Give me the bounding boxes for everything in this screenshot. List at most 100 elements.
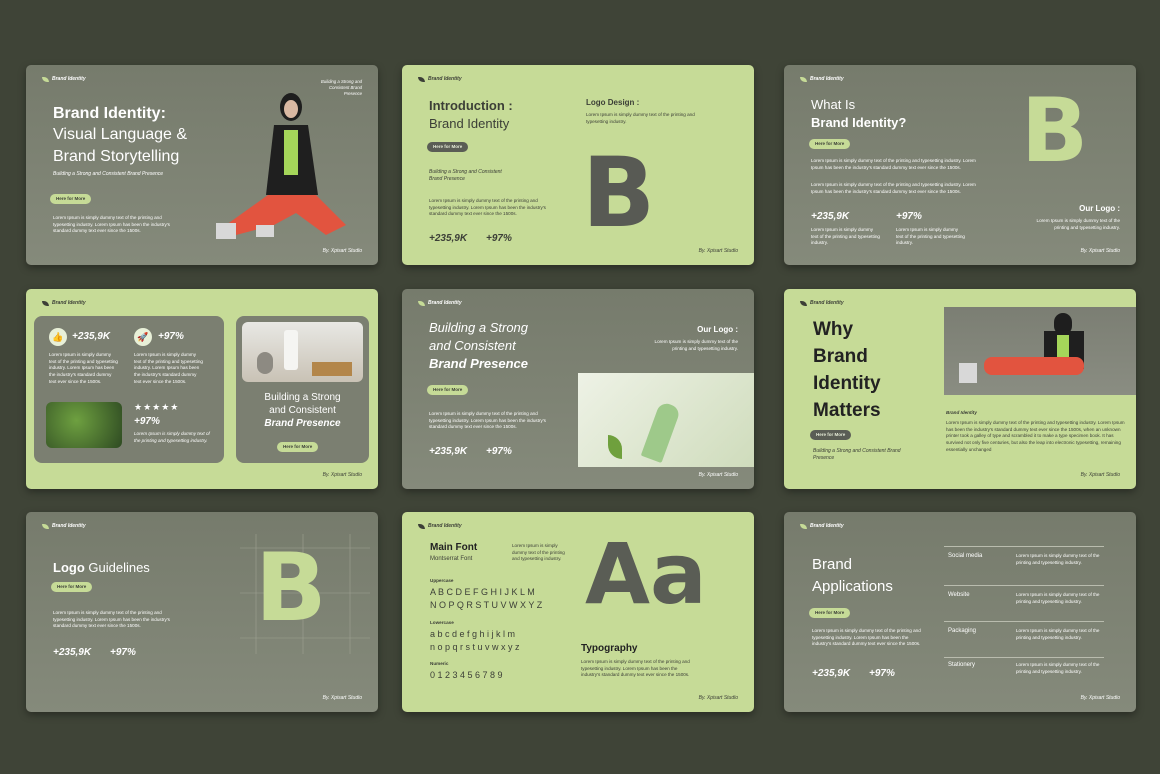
brand-tag: Brand Identity (418, 300, 462, 306)
main-font-heading: Main Font (430, 542, 478, 553)
stat-followers: +235,9K (72, 331, 111, 342)
uppercase-row2: N O P Q R S T U V W X Y Z (430, 600, 543, 610)
footer-credit: By. Xpisart Studio (322, 248, 362, 254)
slide-title-line2: Applications (812, 578, 893, 595)
stat-followers: +235,9K (429, 446, 468, 457)
here-for-more-button[interactable]: Here for More (427, 385, 469, 395)
slide-introduction[interactable]: Brand Identity Introduction : Brand Iden… (402, 65, 754, 265)
lowercase-row2: n o p q r s t u v w x y z (430, 642, 520, 652)
slide-title: Logo Guidelines (53, 560, 150, 575)
app-item-website[interactable]: Website Lorem Ipsum is simply dummy text… (944, 585, 1104, 604)
logo-letter-b: B (582, 137, 656, 249)
brand-tag: Brand Identity (42, 523, 86, 529)
here-for-more-button[interactable]: Here for More (810, 430, 852, 440)
here-for-more-button[interactable]: Here for More (277, 442, 319, 452)
leaf-icon (418, 300, 425, 306)
app-item-text: Lorem Ipsum is simply dummy text of the … (1016, 662, 1100, 674)
app-item-stationery[interactable]: Stationery Lorem Ipsum is simply dummy t… (944, 657, 1104, 674)
slide-title-line2: Brand (813, 346, 868, 367)
here-for-more-button[interactable]: Here for More (809, 139, 851, 149)
slide-what-is-brand-identity[interactable]: Brand Identity What Is Brand Identity? H… (784, 65, 1136, 265)
body-text-1: Lorem Ipsum is simply dummy text of the … (811, 158, 976, 170)
lowercase-label: Lowercase (430, 620, 454, 625)
app-item-label: Website (948, 592, 970, 598)
body-text: Lorem Ipsum is simply dummy text of the … (53, 215, 170, 234)
body-text: Lorem Ipsum is simply dummy text of the … (429, 411, 546, 430)
logo-design-text: Lorem Ipsum is simply dummy text of the … (586, 112, 695, 124)
stat-growth: +97% (486, 233, 512, 244)
presence-line2: and Consistent (269, 405, 336, 416)
product-photo (242, 322, 363, 382)
stat-growth: +97% (110, 647, 136, 658)
body-text: Lorem Ipsum is simply dummy text of the … (429, 198, 546, 217)
font-sample-aa: Aa (585, 525, 707, 623)
leaf-icon (418, 76, 425, 82)
slide-logo-guidelines[interactable]: Brand Identity Logo Guidelines Here for … (26, 512, 378, 712)
stat-growth: +97% (869, 668, 895, 679)
body-text-2: Lorem Ipsum is simply dummy text of the … (811, 182, 976, 194)
stat-text-2: Lorem Ipsum is simply dummy text of the … (134, 352, 203, 384)
stat-followers: +235,9K (53, 647, 92, 658)
here-for-more-button[interactable]: Here for More (51, 582, 93, 592)
section-tag: Brand Identity (946, 410, 977, 415)
stat-followers: +235,9K (811, 211, 850, 222)
app-item-social-media[interactable]: Social media Lorem Ipsum is simply dummy… (944, 546, 1104, 565)
font-description: Lorem Ipsum is simply dummy text of the … (512, 543, 565, 562)
slide-typography[interactable]: Brand Identity Main Font Montserrat Font… (402, 512, 754, 712)
plant-photo (46, 402, 122, 448)
footer-credit: By. Xpisart Studio (698, 248, 738, 254)
stat-text-1: Lorem Ipsum is simply dummy text of the … (49, 352, 118, 384)
leaf-icon (42, 300, 49, 306)
our-logo-heading: Our Logo : (1079, 204, 1120, 213)
leaf-icon (800, 523, 807, 529)
typography-text: Lorem Ipsum is simply dummy text of the … (581, 659, 690, 678)
slide-title-line2: Visual Language & (53, 126, 188, 143)
uppercase-row1: A B C D E F G H I J K L M (430, 587, 535, 597)
footer-credit: By. Xpisart Studio (1080, 472, 1120, 478)
presence-line3: Brand Presence (264, 418, 341, 429)
brand-tag: Brand Identity (800, 76, 844, 82)
slide-title: Brand (812, 556, 853, 573)
slide-brand-applications[interactable]: Brand Identity Brand Applications Here f… (784, 512, 1136, 712)
app-item-text: Lorem Ipsum is simply dummy text of the … (1016, 628, 1100, 640)
stats-card: 👍 +235,9K 🚀 +97% Lorem Ipsum is simply d… (34, 316, 224, 463)
slide-title: What Is (811, 97, 856, 112)
leaf-icon (800, 300, 807, 306)
slide-stats-cards[interactable]: Brand Identity 👍 +235,9K 🚀 +97% Lorem Ip… (26, 289, 378, 489)
slide-title-line2: Brand Identity? (811, 115, 907, 130)
app-item-label: Packaging (948, 628, 977, 634)
here-for-more-button[interactable]: Here for More (50, 194, 92, 204)
slide-title-line3: Brand Presence (429, 356, 528, 371)
stat-rating: +97% (134, 416, 160, 427)
stat-growth: +97% (896, 211, 922, 222)
brand-tag: Brand Identity (800, 300, 844, 306)
our-logo-text: Lorem Ipsum is simply dummy text of the … (654, 339, 738, 351)
slide-title-line3: Identity (813, 373, 881, 394)
footer-credit: By. Xpisart Studio (1080, 695, 1120, 701)
numeric-row: 0 1 2 3 4 5 6 7 8 9 (430, 670, 503, 680)
our-logo-text: Lorem Ipsum is simply dummy text of the … (1036, 218, 1120, 230)
footer-credit: By. Xpisart Studio (322, 695, 362, 701)
rocket-icon: 🚀 (134, 328, 152, 346)
here-for-more-button[interactable]: Here for More (809, 608, 851, 618)
slide-why-brand-identity[interactable]: Brand Identity Why Brand Identity Matter… (784, 289, 1136, 489)
app-item-packaging[interactable]: Packaging Lorem Ipsum is simply dummy te… (944, 621, 1104, 640)
logo-design-heading: Logo Design : (586, 98, 640, 107)
stat-text-1: Lorem Ipsum is simply dummy text of the … (811, 227, 880, 246)
app-item-label: Social media (948, 553, 983, 559)
uppercase-label: Uppercase (430, 578, 454, 583)
slide-title-line2: Brand Identity (429, 116, 510, 131)
footer-credit: By. Xpisart Studio (322, 472, 362, 478)
slide-brand-identity-cover[interactable]: Brand Identity Building a Strong and Con… (26, 65, 378, 265)
slide-building-brand-presence[interactable]: Brand Identity Building a Strong and Con… (402, 289, 754, 489)
brand-tag: Brand Identity (418, 523, 462, 529)
here-for-more-button[interactable]: Here for More (427, 142, 469, 152)
body-text: Lorem Ipsum is simply dummy text of the … (53, 610, 170, 629)
body-text: Lorem Ipsum is simply dummy text of the … (946, 420, 1125, 452)
subtitle: Building a Strong and Consistent Brand P… (53, 171, 164, 177)
stat-growth: +97% (486, 446, 512, 457)
stat-followers: +235,9K (812, 668, 851, 679)
app-item-text: Lorem Ipsum is simply dummy text of the … (1016, 553, 1100, 565)
stat-followers: +235,9K (429, 233, 468, 244)
slide-title: Brand Identity: (53, 105, 166, 122)
